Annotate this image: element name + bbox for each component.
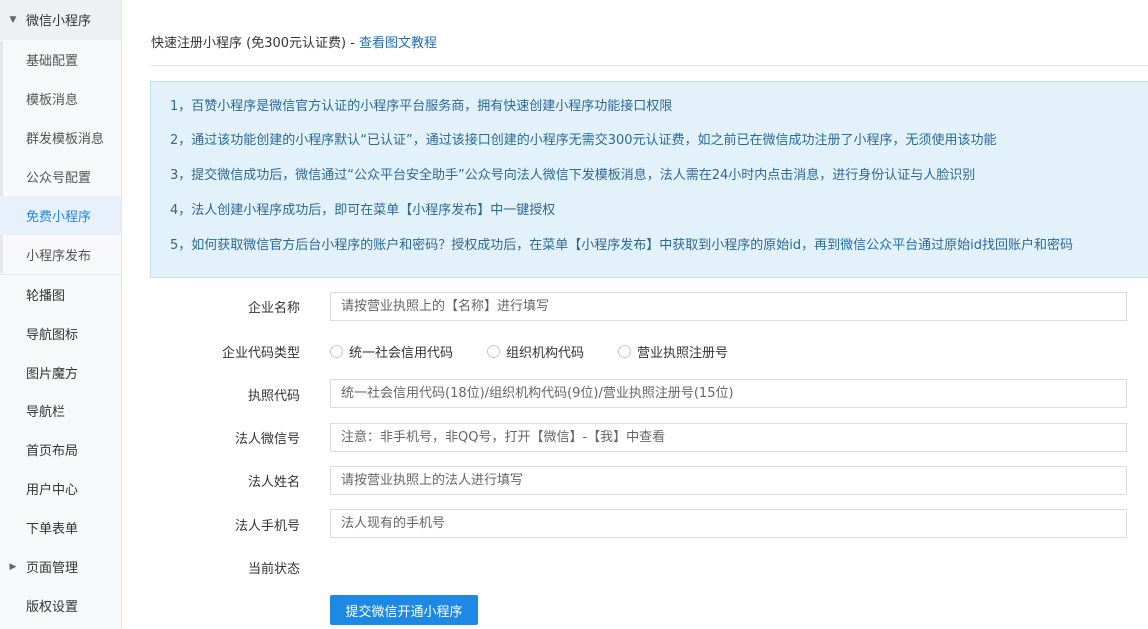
company-name-label: 企业名称 bbox=[247, 301, 300, 316]
sidebar-group-wechat-miniprogram[interactable]: ▼ 微信小程序 bbox=[0, 0, 121, 39]
info-line-3: 3，提交微信成功后，微信通过“公众平台安全助手”公众号向法人微信下发模板消息，法… bbox=[170, 168, 976, 183]
license-code-label: 执照代码 bbox=[247, 389, 300, 404]
radio-circle-icon bbox=[330, 345, 343, 358]
sidebar-item-basic-config[interactable]: 基础配置 bbox=[0, 40, 121, 79]
status-label: 当前状态 bbox=[247, 562, 300, 577]
info-line-4: 4，法人创建小程序成功后，即可在菜单【小程序发布】中一键授权 bbox=[170, 203, 556, 218]
sidebar-item-copyright[interactable]: 版权设置 bbox=[0, 586, 121, 625]
legal-wechat-input[interactable] bbox=[330, 423, 1127, 452]
sidebar-item-carousel[interactable]: 轮播图 bbox=[0, 275, 121, 314]
sidebar-item-user-center[interactable]: 用户中心 bbox=[0, 469, 121, 508]
code-type-label: 企业代码类型 bbox=[221, 346, 300, 361]
title-divider bbox=[150, 65, 1148, 66]
info-line-5: 5，如何获取微信官方后台小程序的账户和密码？授权成功后，在菜单【小程序发布】中获… bbox=[170, 238, 1074, 253]
radio-unified-credit-code[interactable]: 统一社会信用代码 bbox=[330, 342, 453, 361]
sidebar-item-home-layout[interactable]: 首页布局 bbox=[0, 430, 121, 469]
sidebar-item-mass-template-message[interactable]: 群发模板消息 bbox=[0, 118, 121, 157]
info-line-1: 1，百赞小程序是微信官方认证的小程序平台服务商，拥有快速创建小程序功能接口权限 bbox=[170, 99, 673, 114]
sidebar-group-label: 微信小程序 bbox=[26, 14, 92, 29]
sidebar-item-official-account-config[interactable]: 公众号配置 bbox=[0, 157, 121, 196]
info-notice: 1，百赞小程序是微信官方认证的小程序平台服务商，拥有快速创建小程序功能接口权限 … bbox=[150, 81, 1148, 278]
info-line-2: 2，通过该功能创建的小程序默认“已认证”，通过该接口创建的小程序无需交300元认… bbox=[170, 133, 997, 148]
legal-wechat-label: 法人微信号 bbox=[234, 432, 300, 447]
sidebar-item-nav-icons[interactable]: 导航图标 bbox=[0, 314, 121, 353]
sidebar-item-order-form[interactable]: 下单表单 bbox=[0, 508, 121, 547]
sidebar: ▼ 微信小程序 基础配置 模板消息 群发模板消息 公众号配置 免费小程序 小程序… bbox=[0, 0, 122, 629]
radio-business-license-number[interactable]: 营业执照注册号 bbox=[618, 342, 728, 361]
sidebar-item-navbar[interactable]: 导航栏 bbox=[0, 391, 121, 430]
radio-circle-icon bbox=[487, 345, 501, 358]
tutorial-link[interactable]: 查看图文教程 bbox=[359, 36, 437, 51]
page-title: 快速注册小程序 (免300元认证费) - 查看图文教程 bbox=[151, 36, 438, 51]
caret-down-icon: ▼ bbox=[9, 14, 17, 25]
caret-right-icon: ▶ bbox=[9, 561, 17, 572]
sidebar-item-image-cube[interactable]: 图片魔方 bbox=[0, 353, 121, 392]
sidebar-item-miniprogram-publish[interactable]: 小程序发布 bbox=[0, 235, 121, 274]
code-type-radio-group: 统一社会信用代码 组织机构代码 营业执照注册号 bbox=[330, 342, 762, 361]
sidebar-item-template-message[interactable]: 模板消息 bbox=[0, 79, 121, 118]
license-code-input[interactable] bbox=[330, 379, 1127, 408]
submit-wechat-miniprogram-button[interactable]: 提交微信开通小程序 bbox=[330, 595, 478, 625]
company-name-input[interactable] bbox=[330, 292, 1127, 321]
legal-name-label: 法人姓名 bbox=[247, 475, 300, 490]
radio-circle-icon bbox=[618, 345, 632, 358]
radio-org-code[interactable]: 组织机构代码 bbox=[487, 342, 584, 361]
sidebar-item-free-miniprogram[interactable]: 免费小程序 bbox=[0, 196, 121, 235]
legal-phone-label: 法人手机号 bbox=[234, 519, 300, 534]
sidebar-group-label: 页面管理 bbox=[26, 561, 79, 576]
legal-phone-input[interactable] bbox=[330, 509, 1127, 538]
sidebar-group-page-manage[interactable]: ▶ 页面管理 bbox=[0, 547, 121, 586]
legal-name-input[interactable] bbox=[330, 466, 1127, 495]
wechat-platform-link[interactable]: 微信公众平台 bbox=[840, 238, 918, 253]
